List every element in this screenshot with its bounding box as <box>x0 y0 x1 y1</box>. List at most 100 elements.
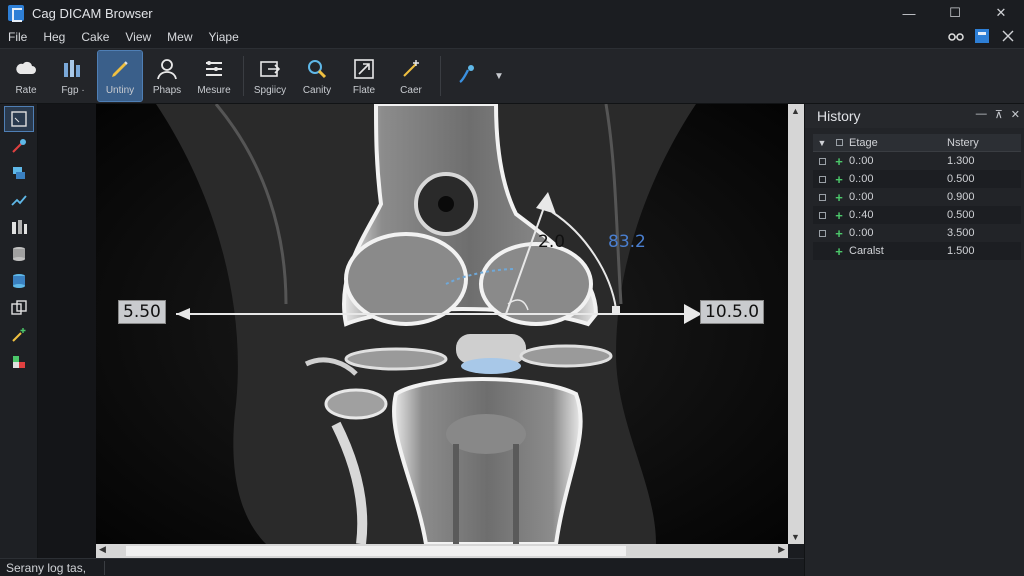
measurement-label-right[interactable]: 10.5.0 <box>700 300 765 324</box>
menu-heg[interactable]: Heg <box>35 26 73 48</box>
tool-rate[interactable]: Rate <box>4 51 48 101</box>
toolbar-separator <box>243 56 244 96</box>
left-tool-stack[interactable] <box>5 242 33 266</box>
left-tool-eyedropper[interactable] <box>5 134 33 158</box>
measurement-label-left[interactable]: 5.50 <box>118 300 166 324</box>
row-checkbox[interactable] <box>818 211 826 219</box>
angle-label-large[interactable]: 83.2 <box>608 232 646 252</box>
history-row[interactable]: + 0.:00 3.500 <box>813 224 1021 242</box>
menu-yiape[interactable]: Yiape <box>201 26 247 48</box>
tool-canity[interactable]: Canity <box>295 51 339 101</box>
pencil-icon <box>112 60 128 77</box>
row-checkbox[interactable] <box>818 175 826 183</box>
bars-icon <box>64 59 80 77</box>
tool-fgp[interactable]: Fgp · <box>51 51 95 101</box>
left-tool-window[interactable] <box>4 106 34 132</box>
sparkle-icon <box>403 59 419 77</box>
minimize-button[interactable]: — <box>886 0 932 26</box>
window-icon <box>11 111 27 127</box>
column-header-stage[interactable]: Etage <box>847 137 919 149</box>
left-tool-annotate[interactable] <box>5 188 33 212</box>
menu-cake[interactable]: Cake <box>73 26 117 48</box>
scroll-down-arrow-icon[interactable]: ▼ <box>791 532 800 542</box>
plus-icon: + <box>835 171 843 187</box>
history-row-value: 0.500 <box>947 209 975 221</box>
tool-label: Mesure <box>197 84 231 96</box>
scroll-right-arrow-icon[interactable]: ▶ <box>778 544 785 555</box>
column-header-history[interactable]: Nstery <box>919 137 999 149</box>
layout-icon[interactable] <box>974 28 990 44</box>
history-row-name: 0.:00 <box>849 155 874 167</box>
tool-label: Fgp · <box>61 84 85 96</box>
tool-phaps[interactable]: Phaps <box>145 51 189 101</box>
status-separator <box>104 561 105 575</box>
plus-icon: + <box>835 207 843 223</box>
header-checkbox[interactable] <box>835 139 843 146</box>
history-pin-button[interactable]: ⊼ <box>995 108 1003 121</box>
history-row[interactable]: + 0.:40 0.500 <box>813 206 1021 224</box>
left-tool-database[interactable] <box>5 269 33 293</box>
measurement-overlay[interactable] <box>96 104 788 544</box>
horizontal-scroll-thumb[interactable] <box>126 546 626 556</box>
scroll-left-arrow-icon[interactable]: ◀ <box>99 544 106 555</box>
annotate-icon <box>11 195 27 206</box>
glasses-icon[interactable] <box>948 28 964 44</box>
main-toolbar: Rate Fgp · Untiny Phaps Mesure Spgiicy C… <box>0 48 1024 104</box>
left-tool-magic[interactable] <box>5 323 33 347</box>
layers-icon <box>13 167 25 179</box>
left-tool-copy[interactable] <box>5 296 33 320</box>
tool-caer[interactable]: Caer <box>389 51 433 101</box>
eyedropper-icon <box>12 139 26 153</box>
toolbar-separator <box>440 56 441 96</box>
history-row-name: Caralst <box>849 245 884 257</box>
history-close-button[interactable]: ✕ <box>1011 108 1020 121</box>
plus-icon: + <box>835 225 843 241</box>
tool-mesure[interactable]: Mesure <box>192 51 236 101</box>
history-minimize-button[interactable]: — <box>976 108 987 121</box>
tool-label: Flate <box>352 84 376 96</box>
detach-icon[interactable] <box>1000 28 1016 44</box>
history-title: History <box>817 108 861 124</box>
history-table-header: ▼ Etage Nstery <box>813 134 1021 152</box>
scroll-up-arrow-icon[interactable]: ▲ <box>791 106 800 116</box>
plus-icon: + <box>835 243 843 259</box>
menu-bar: File Heg Cake View Mew Yiape <box>0 26 1024 48</box>
history-row-value: 0.900 <box>947 191 975 203</box>
row-checkbox[interactable] <box>818 229 826 237</box>
history-row[interactable]: + 0.:00 1.300 <box>813 152 1021 170</box>
menu-view[interactable]: View <box>117 26 159 48</box>
history-row-value: 0.500 <box>947 173 975 185</box>
history-table: ▼ Etage Nstery + 0.:00 1.300 + 0.:00 0.5… <box>813 134 1021 260</box>
history-panel: History — ⊼ ✕ ▼ Etage Nstery + 0.:00 1.3… <box>804 104 1024 576</box>
menu-file[interactable]: File <box>0 26 35 48</box>
close-button[interactable]: ✕ <box>978 0 1024 26</box>
header-dropdown-icon[interactable]: ▼ <box>818 138 827 148</box>
angle-label-small[interactable]: 2.0 <box>538 232 565 252</box>
window-controls: — ☐ ✕ <box>886 0 1024 26</box>
tool-untiny[interactable]: Untiny <box>97 50 143 102</box>
image-viewer[interactable]: 5.50 10.5.0 2.0 83.2 <box>96 104 788 544</box>
left-tool-layers[interactable] <box>5 161 33 185</box>
maximize-button[interactable]: ☐ <box>932 0 978 26</box>
status-text: Serany log tas, <box>6 561 87 575</box>
tool-spgiicy[interactable]: Spgiicy <box>248 51 292 101</box>
tool-flate[interactable]: Flate <box>342 51 386 101</box>
left-tool-palette[interactable] <box>5 350 33 374</box>
wand-icon <box>459 65 474 83</box>
toolbar-overflow-dropdown[interactable]: ▼ <box>494 71 504 82</box>
tool-label: Spgiicy <box>253 84 287 96</box>
horizontal-scrollbar[interactable]: ◀ ▶ <box>96 544 788 558</box>
copy-icon <box>11 300 27 315</box>
list-icon <box>206 60 222 76</box>
app-logo-icon <box>8 5 24 22</box>
menu-mew[interactable]: Mew <box>159 26 200 48</box>
row-checkbox[interactable] <box>818 193 826 201</box>
vertical-scrollbar[interactable]: ▲ ▼ <box>788 104 804 544</box>
tool-wand[interactable] <box>445 51 489 101</box>
history-row[interactable]: + 0.:00 0.500 <box>813 170 1021 188</box>
bars-icon <box>12 220 27 234</box>
history-row[interactable]: + 0.:00 0.900 <box>813 188 1021 206</box>
left-tool-bars[interactable] <box>5 215 33 239</box>
row-checkbox[interactable] <box>818 157 826 165</box>
history-row[interactable]: + Caralst 1.500 <box>813 242 1021 260</box>
